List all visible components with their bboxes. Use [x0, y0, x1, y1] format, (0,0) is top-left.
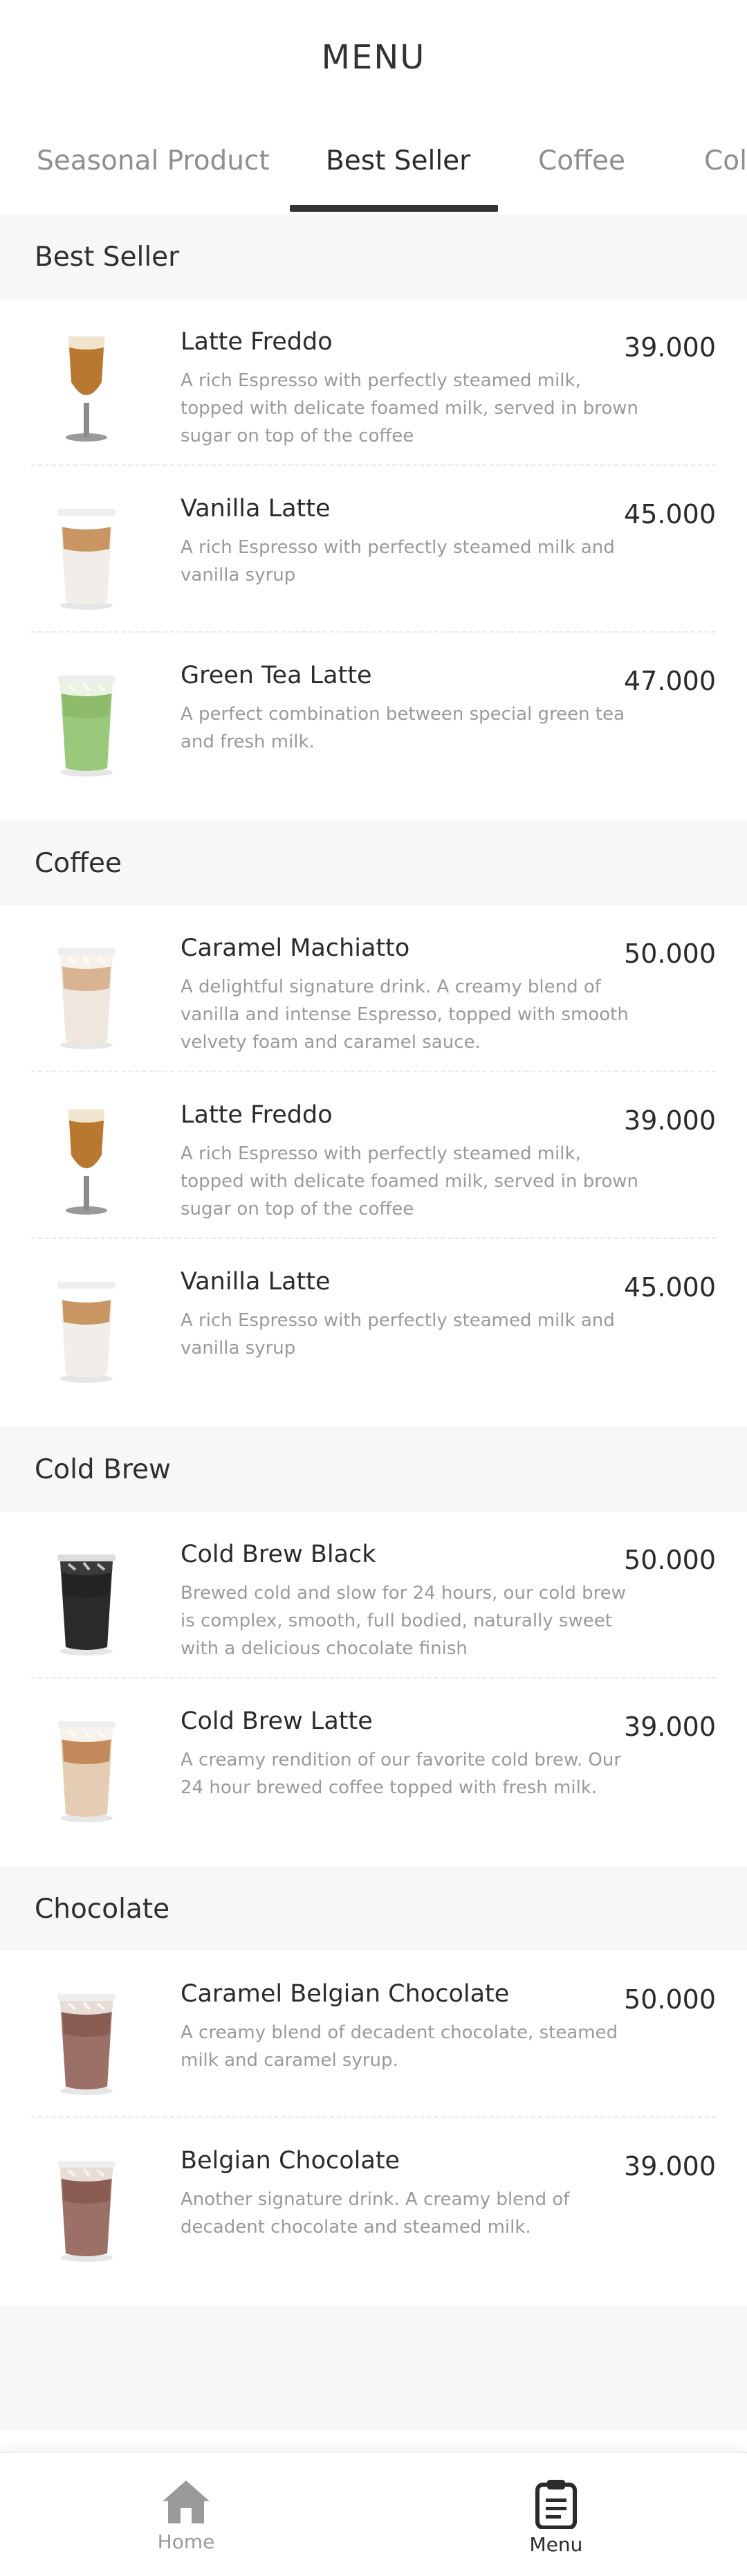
- item-price: 39.000: [624, 332, 716, 363]
- section-title: Best Seller: [35, 241, 180, 273]
- iced-latte-icon: [45, 1267, 128, 1384]
- item-description: A delightful signature drink. A creamy b…: [181, 977, 629, 1053]
- section-header: Best Seller: [0, 215, 747, 299]
- tab-seasonal-product[interactable]: Seasonal Product: [37, 145, 270, 176]
- item-name: Belgian Chocolate: [181, 2147, 400, 2175]
- home-icon: [163, 2480, 210, 2523]
- chocolate-drink-icon: [45, 2146, 128, 2263]
- item-price: 39.000: [624, 1712, 716, 1742]
- nav-menu-label: Menu: [529, 2533, 583, 2556]
- item-price: 39.000: [624, 1105, 716, 1136]
- item-name: Latte Freddo: [181, 328, 333, 356]
- item-price: 39.000: [624, 2151, 716, 2182]
- menu-item[interactable]: Latte Freddo A rich Espresso with perfect…: [31, 299, 716, 466]
- clipboard-icon: [535, 2480, 577, 2529]
- menu-item[interactable]: Vanilla Latte A rich Espresso with perfec…: [31, 466, 716, 633]
- menu-item[interactable]: Vanilla Latte A rich Espresso with perfec…: [31, 1239, 716, 1427]
- item-price: 50.000: [624, 1545, 716, 1575]
- page-title: MENU: [321, 37, 426, 77]
- category-tabs: Seasonal Product Best Seller Coffee Col: [0, 114, 747, 215]
- iced-latte-icon: [45, 493, 128, 611]
- menu-item[interactable]: Caramel Belgian Chocolate A creamy blend …: [31, 1951, 716, 2118]
- item-description: A creamy rendition of our favorite cold …: [181, 1750, 622, 1798]
- item-price: 45.000: [624, 499, 716, 529]
- section-title: Chocolate: [35, 1893, 170, 1925]
- menu-item[interactable]: Belgian Chocolate Another signature drink…: [31, 2118, 716, 2306]
- nav-home[interactable]: Home: [131, 2478, 241, 2553]
- menu-item[interactable]: Caramel Machiatto A delightful signature …: [31, 905, 716, 1072]
- item-name: Caramel Machiatto: [181, 934, 410, 962]
- tab-cold-brew[interactable]: Col: [704, 145, 747, 176]
- item-description: A rich Espresso with perfectly steamed m…: [181, 370, 638, 446]
- item-description: A rich Espresso with perfectly steamed m…: [181, 537, 615, 586]
- menu-item[interactable]: Cold Brew Latte A creamy rendition of our…: [31, 1678, 716, 1867]
- cold-brew-black-icon: [45, 1539, 128, 1657]
- section-title: Cold Brew: [35, 1453, 171, 1485]
- item-description: A rich Espresso with perfectly steamed m…: [181, 1143, 638, 1219]
- item-name: Vanilla Latte: [181, 495, 331, 523]
- item-description: Another signature drink. A creamy blend …: [181, 2189, 570, 2238]
- chocolate-drink-icon: [45, 1979, 128, 2096]
- cold-brew-latte-icon: [45, 1706, 128, 1824]
- item-name: Caramel Belgian Chocolate: [181, 1980, 510, 2008]
- item-name: Cold Brew Black: [181, 1541, 376, 1568]
- section-header: Coffee: [0, 821, 747, 905]
- nav-menu[interactable]: Menu: [501, 2478, 611, 2556]
- menu-item[interactable]: Green Tea Latte A perfect combination bet…: [31, 633, 716, 821]
- item-description: A perfect combination between special gr…: [181, 704, 625, 752]
- goblet-latte-icon: [45, 1100, 128, 1217]
- menu-item[interactable]: Latte Freddo A rich Espresso with perfect…: [31, 1072, 716, 1239]
- section-title: Coffee: [35, 847, 122, 879]
- bottom-navigation: Home Menu: [0, 2452, 747, 2576]
- tab-coffee[interactable]: Coffee: [538, 145, 625, 176]
- menu-sections: Best Seller Latte Freddo A rich Espresso …: [0, 215, 747, 2306]
- item-name: Green Tea Latte: [181, 662, 372, 689]
- menu-item-list: Caramel Machiatto A delightful signature …: [0, 905, 747, 1427]
- item-price: 50.000: [624, 1984, 716, 2015]
- item-name: Latte Freddo: [181, 1101, 333, 1129]
- item-description: A rich Espresso with perfectly steamed m…: [181, 1310, 615, 1359]
- goblet-latte-icon: [45, 327, 128, 444]
- tab-best-seller[interactable]: Best Seller: [326, 145, 470, 176]
- item-name: Cold Brew Latte: [181, 1707, 373, 1735]
- caramel-macchiato-icon: [45, 933, 128, 1051]
- bottom-spacer: [0, 2306, 747, 2431]
- nav-home-label: Home: [157, 2530, 215, 2553]
- menu-item-list: Cold Brew Black Brewed cold and slow for …: [0, 1512, 747, 1867]
- green-tea-latte-icon: [45, 660, 128, 778]
- app-header: MENU: [0, 0, 747, 114]
- menu-item-list: Latte Freddo A rich Espresso with perfect…: [0, 299, 747, 821]
- item-price: 47.000: [624, 666, 716, 696]
- section-header: Cold Brew: [0, 1427, 747, 1512]
- item-price: 50.000: [624, 938, 716, 969]
- item-description: A creamy blend of decadent chocolate, st…: [181, 2022, 618, 2071]
- menu-item-list: Caramel Belgian Chocolate A creamy blend …: [0, 1951, 747, 2306]
- section-header: Chocolate: [0, 1867, 747, 1951]
- active-tab-indicator: [290, 205, 498, 212]
- item-price: 45.000: [624, 1272, 716, 1303]
- item-description: Brewed cold and slow for 24 hours, our c…: [181, 1583, 626, 1659]
- menu-item[interactable]: Cold Brew Black Brewed cold and slow for …: [31, 1512, 716, 1678]
- item-name: Vanilla Latte: [181, 1268, 331, 1296]
- menu-page: MENU Seasonal Product Best Seller Coffee…: [0, 0, 747, 2576]
